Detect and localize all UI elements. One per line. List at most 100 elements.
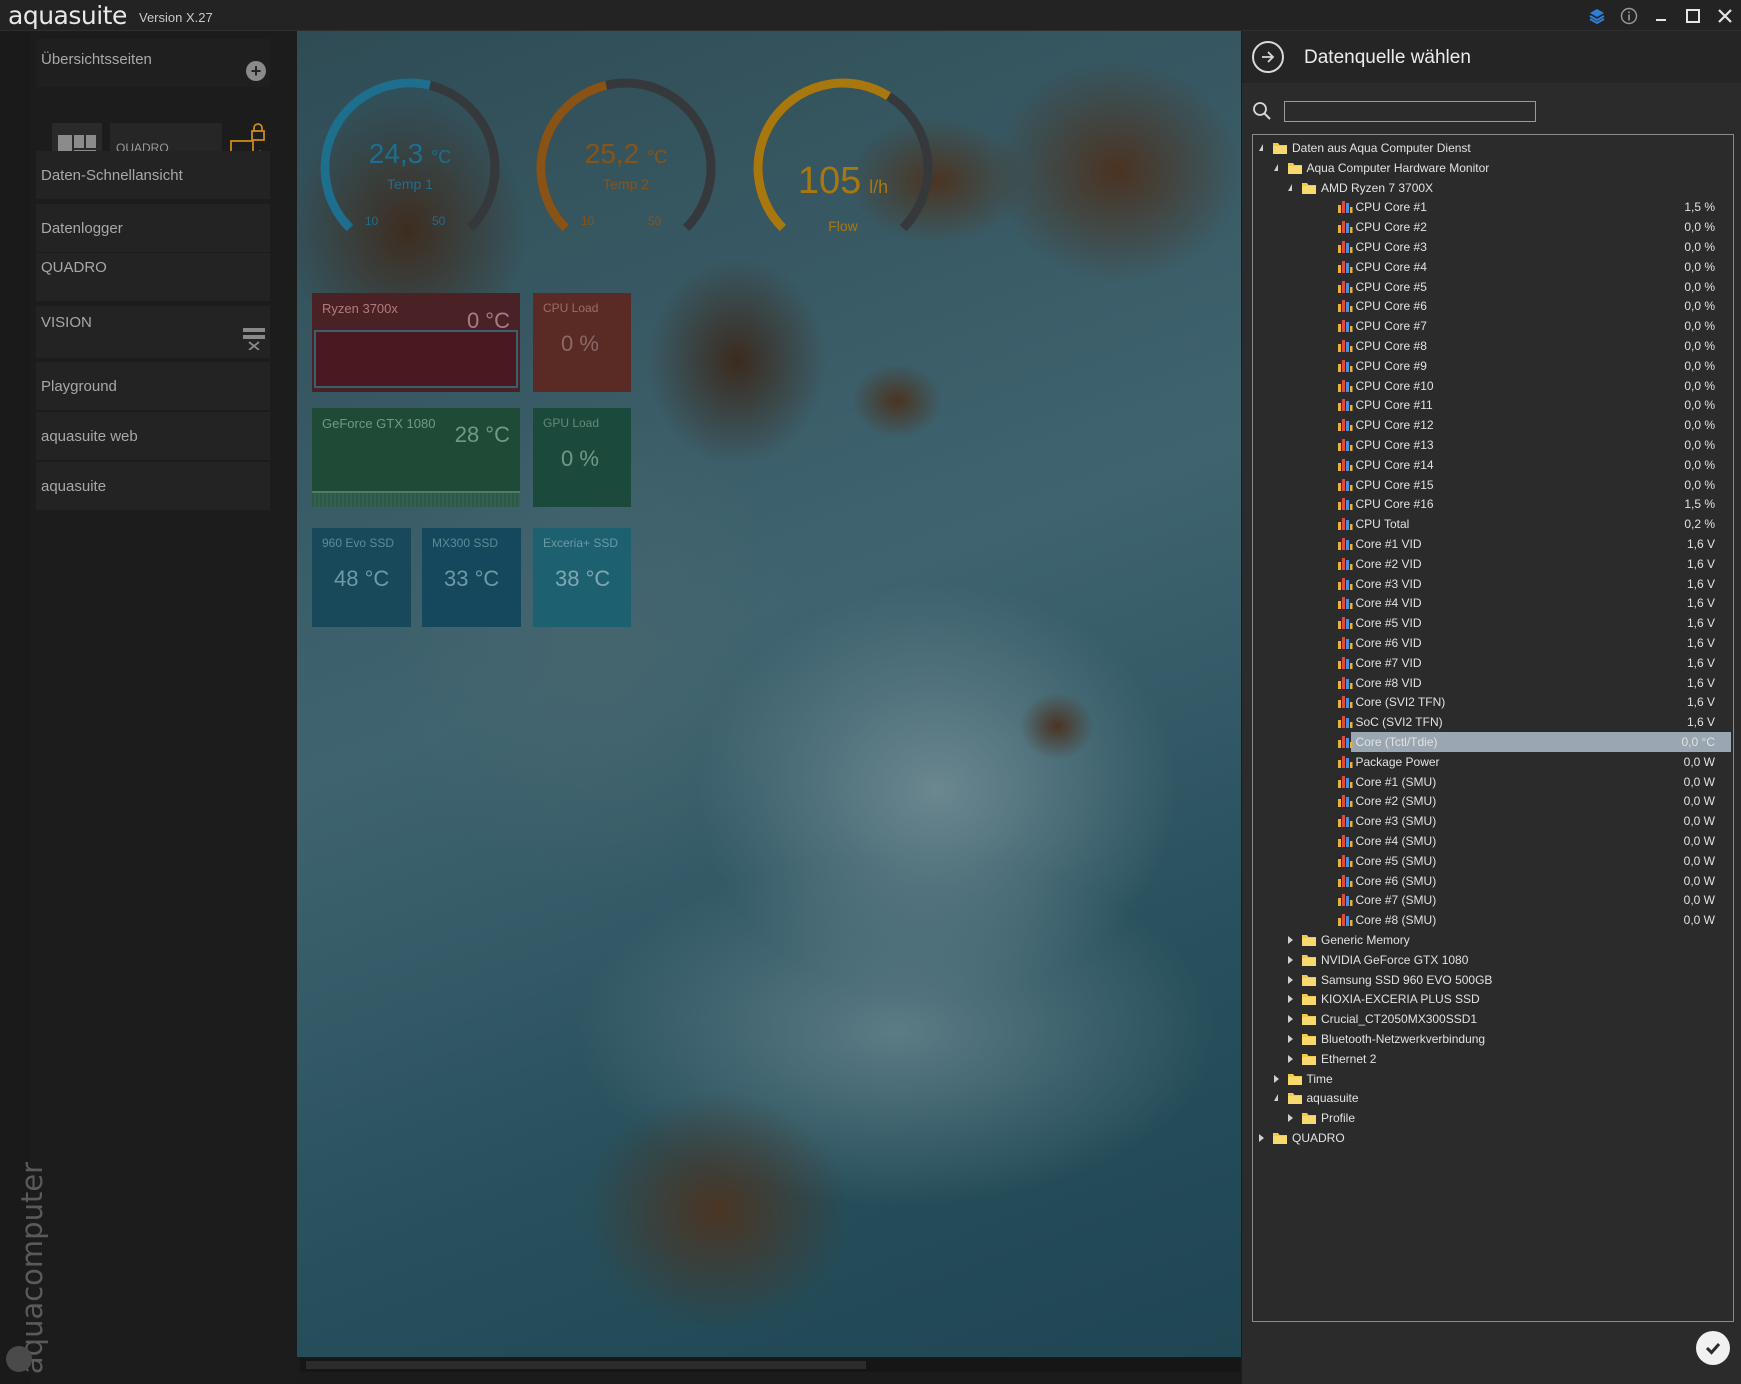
- tree-sensor[interactable]: CPU Core #12 0,0 %: [1253, 414, 1733, 436]
- tree-sensor[interactable]: CPU Core #7 0,0 %: [1253, 315, 1733, 337]
- tree-sensor[interactable]: CPU Core #6 0,0 %: [1253, 295, 1733, 317]
- tree-folder[interactable]: Samsung SSD 960 EVO 500GB: [1253, 969, 1733, 991]
- tree-sensor[interactable]: CPU Core #1 1,5 %: [1253, 196, 1733, 218]
- tree-sensor[interactable]: Core #4 VID 1,6 V: [1253, 592, 1733, 614]
- tile-exceria[interactable]: Exceria+ SSD 38 °C: [533, 528, 631, 627]
- lock-icon[interactable]: [250, 123, 266, 141]
- tree-sensor[interactable]: SoC (SVI2 TFN) 1,6 V: [1253, 711, 1733, 733]
- tree-sensor[interactable]: Core #7 (SMU) 0,0 W: [1253, 889, 1733, 911]
- dashboard-canvas[interactable]: 24,3 °C Temp 1 10 50 25,2 °C Temp 2 10 5…: [297, 31, 1241, 1357]
- gauge-flow[interactable]: 105 l/h Flow: [743, 68, 943, 268]
- tree-sensor[interactable]: Core #6 VID 1,6 V: [1253, 632, 1733, 654]
- collapsed-arrow-icon[interactable]: [1288, 995, 1293, 1004]
- vision-disabled-icon[interactable]: [242, 326, 266, 350]
- tree-folder[interactable]: Crucial_CT2050MX300SSD1: [1253, 1008, 1733, 1030]
- tile-mx300[interactable]: MX300 SSD 33 °C: [422, 528, 521, 627]
- tile-gpu-temp[interactable]: GeForce GTX 1080 28 °C: [312, 408, 520, 507]
- tree-sensor[interactable]: CPU Core #14 0,0 %: [1253, 454, 1733, 476]
- tree-folder[interactable]: Profile: [1253, 1107, 1733, 1129]
- tree-folder[interactable]: QUADRO: [1253, 1127, 1733, 1149]
- tree-folder[interactable]: Ethernet 2: [1253, 1048, 1733, 1070]
- tree-sensor[interactable]: CPU Core #4 0,0 %: [1253, 256, 1733, 278]
- collapsed-arrow-icon[interactable]: [1288, 975, 1293, 984]
- tree-sensor[interactable]: Core #7 VID 1,6 V: [1253, 652, 1733, 674]
- tree-folder[interactable]: Daten aus Aqua Computer Dienst: [1253, 137, 1733, 159]
- confirm-button[interactable]: [1696, 1331, 1730, 1365]
- nav-playground[interactable]: Playground: [36, 362, 270, 410]
- nav-vision[interactable]: VISION: [36, 306, 270, 358]
- tree-sensor[interactable]: CPU Core #15 0,0 %: [1253, 474, 1733, 496]
- nav-aquasuite-web[interactable]: aquasuite web: [36, 412, 270, 460]
- tree-sensor[interactable]: Core #5 VID 1,6 V: [1253, 612, 1733, 634]
- tree-sensor[interactable]: Core #4 (SMU) 0,0 W: [1253, 830, 1733, 852]
- tree-folder[interactable]: NVIDIA GeForce GTX 1080: [1253, 949, 1733, 971]
- tree-folder[interactable]: KIOXIA-EXCERIA PLUS SSD: [1253, 988, 1733, 1010]
- tree-sensor[interactable]: CPU Core #9 0,0 %: [1253, 355, 1733, 377]
- tree-sensor[interactable]: CPU Core #3 0,0 %: [1253, 236, 1733, 258]
- tree-sensor[interactable]: Core #3 VID 1,6 V: [1253, 573, 1733, 595]
- maximize-icon[interactable]: [1677, 0, 1709, 31]
- tree-sensor[interactable]: Core #2 (SMU) 0,0 W: [1253, 790, 1733, 812]
- tree-label: CPU Core #14: [1355, 457, 1434, 472]
- collapsed-arrow-icon[interactable]: [1288, 936, 1293, 944]
- tile-cpu-load[interactable]: CPU Load 0 %: [533, 293, 631, 392]
- gauge-temp1[interactable]: 24,3 °C Temp 1 10 50: [310, 68, 510, 268]
- info-icon[interactable]: [1613, 0, 1645, 31]
- tree-folder[interactable]: Time: [1253, 1068, 1733, 1090]
- tree-sensor[interactable]: CPU Core #11 0,0 %: [1253, 394, 1733, 416]
- gauge-temp2[interactable]: 25,2 °C Temp 2 10 50: [526, 68, 726, 268]
- collapsed-arrow-icon[interactable]: [1288, 1015, 1293, 1024]
- tree-sensor[interactable]: Core (SVI2 TFN) 1,6 V: [1253, 691, 1733, 713]
- search-input[interactable]: [1284, 101, 1536, 122]
- close-icon[interactable]: [1709, 0, 1741, 31]
- expanded-arrow-icon[interactable]: [1273, 163, 1278, 171]
- nav-quadro[interactable]: QUADRO: [36, 253, 270, 301]
- tree-sensor[interactable]: CPU Total 0,2 %: [1253, 513, 1733, 535]
- tree-sensor[interactable]: CPU Core #10 0,0 %: [1253, 375, 1733, 397]
- tree-sensor[interactable]: Core #5 (SMU) 0,0 W: [1253, 850, 1733, 872]
- tree-folder[interactable]: AMD Ryzen 7 3700X: [1253, 177, 1733, 199]
- tree-sensor[interactable]: Core #3 (SMU) 0,0 W: [1253, 810, 1733, 832]
- tree-sensor[interactable]: Core #8 (SMU) 0,0 W: [1253, 909, 1733, 931]
- tree-sensor[interactable]: Core #8 VID 1,6 V: [1253, 672, 1733, 694]
- layers-icon[interactable]: [1581, 0, 1613, 31]
- expanded-arrow-icon[interactable]: [1259, 144, 1263, 151]
- tree-sensor[interactable]: Core #6 (SMU) 0,0 W: [1253, 870, 1733, 892]
- collapsed-arrow-icon[interactable]: [1288, 1114, 1293, 1123]
- canvas-horizontal-scrollbar[interactable]: [300, 1358, 1240, 1372]
- overview-pages[interactable]: Übersichtsseiten +: [36, 39, 270, 87]
- scrollbar-thumb[interactable]: [306, 1361, 866, 1369]
- collapsed-arrow-icon[interactable]: [1288, 1054, 1293, 1063]
- nav-aquasuite[interactable]: aquasuite: [36, 462, 270, 510]
- nav-datenlogger[interactable]: Datenlogger: [36, 204, 270, 252]
- datasource-tree[interactable]: Daten aus Aqua Computer Dienst Aqua Compu…: [1252, 134, 1734, 1322]
- tree-sensor[interactable]: Core #1 (SMU) 0,0 W: [1253, 771, 1733, 793]
- collapsed-arrow-icon[interactable]: [1273, 1074, 1279, 1083]
- back-arrow-icon[interactable]: [1252, 41, 1284, 73]
- tree-sensor[interactable]: CPU Core #2 0,0 %: [1253, 216, 1733, 238]
- expanded-arrow-icon[interactable]: [1273, 1094, 1278, 1102]
- datasource-panel: Datenquelle wählen Daten aus Aqua Comput…: [1242, 31, 1741, 1384]
- tree-sensor[interactable]: Core #1 VID 1,6 V: [1253, 533, 1733, 555]
- tree-sensor[interactable]: CPU Core #16 1,5 %: [1253, 493, 1733, 515]
- tree-sensor[interactable]: CPU Core #8 0,0 %: [1253, 335, 1733, 357]
- tile-ryzen-temp[interactable]: Ryzen 3700x 0 °C: [312, 293, 520, 392]
- collapsed-arrow-icon[interactable]: [1259, 1134, 1264, 1142]
- tree-sensor[interactable]: Core #2 VID 1,6 V: [1253, 553, 1733, 575]
- collapsed-arrow-icon[interactable]: [1288, 1035, 1293, 1043]
- tree-sensor[interactable]: CPU Core #5 0,0 %: [1253, 276, 1733, 298]
- add-page-icon[interactable]: +: [246, 61, 266, 81]
- tree-sensor[interactable]: CPU Core #13 0,0 %: [1253, 434, 1733, 456]
- tile-gpu-load[interactable]: GPU Load 0 %: [533, 408, 631, 507]
- expanded-arrow-icon[interactable]: [1288, 183, 1292, 191]
- tree-folder[interactable]: Generic Memory: [1253, 929, 1733, 951]
- tile-960evo[interactable]: 960 Evo SSD 48 °C: [312, 528, 411, 627]
- tree-sensor[interactable]: Package Power 0,0 W: [1253, 751, 1733, 773]
- minimize-icon[interactable]: [1645, 0, 1677, 31]
- tree-folder[interactable]: aquasuite: [1253, 1087, 1733, 1109]
- tree-folder[interactable]: Bluetooth-Netzwerkverbindung: [1253, 1028, 1733, 1050]
- tree-folder[interactable]: Aqua Computer Hardware Monitor: [1253, 157, 1733, 179]
- nav-daten-schnellansicht[interactable]: Daten-Schnellansicht: [36, 151, 270, 199]
- tree-sensor[interactable]: Core (Tctl/Tdie) 0,0 °C: [1253, 731, 1733, 753]
- collapsed-arrow-icon[interactable]: [1288, 955, 1293, 964]
